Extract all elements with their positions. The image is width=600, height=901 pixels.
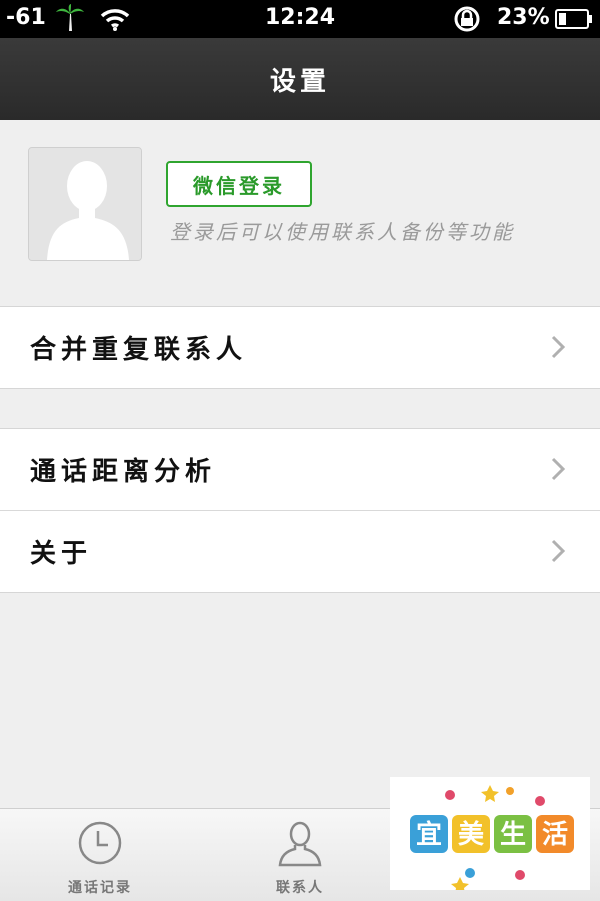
avatar[interactable] [28, 147, 142, 261]
svg-text:生: 生 [500, 820, 526, 850]
login-hint-text: 登录后可以使用联系人备份等功能 [170, 220, 515, 244]
settings-group-merge: 合并重复联系人 [0, 306, 600, 389]
battery-icon [555, 9, 592, 29]
chevron-right-icon [551, 457, 566, 481]
person-icon [278, 821, 322, 867]
watermark-logo-graphic: 宜 美 生 活 [410, 785, 574, 894]
chevron-right-icon [551, 335, 566, 359]
clock-icon [78, 821, 122, 865]
navigation-bar: 设置 [0, 38, 600, 120]
rotation-lock-icon [454, 6, 480, 32]
status-bar: -61 12:24 23% [0, 0, 600, 38]
row-merge-duplicate-contacts[interactable]: 合并重复联系人 [0, 307, 600, 388]
row-label: 合并重复联系人 [30, 335, 248, 365]
row-label: 通话距离分析 [30, 457, 217, 487]
row-label: 关于 [30, 539, 93, 569]
watermark-logo: 宜 美 生 活 [390, 777, 590, 894]
svg-text:美: 美 [458, 819, 484, 850]
tab-contacts[interactable]: 联系人 [200, 809, 400, 901]
tab-label: 联系人 [276, 880, 324, 896]
row-call-distance-analysis[interactable]: 通话距离分析 [0, 429, 600, 510]
battery-percent: 23% [497, 5, 550, 30]
svg-text:宜: 宜 [416, 819, 442, 850]
chevron-right-icon [551, 539, 566, 563]
svg-text:活: 活 [542, 820, 568, 850]
wechat-login-button[interactable]: 微信登录 [166, 161, 312, 207]
settings-group-misc: 通话距离分析 关于 [0, 428, 600, 593]
tab-label: 通话记录 [68, 880, 132, 896]
row-about[interactable]: 关于 [0, 510, 600, 592]
page-title: 设置 [269, 67, 330, 97]
tab-call-log[interactable]: 通话记录 [0, 809, 200, 901]
default-avatar-icon [29, 148, 141, 260]
